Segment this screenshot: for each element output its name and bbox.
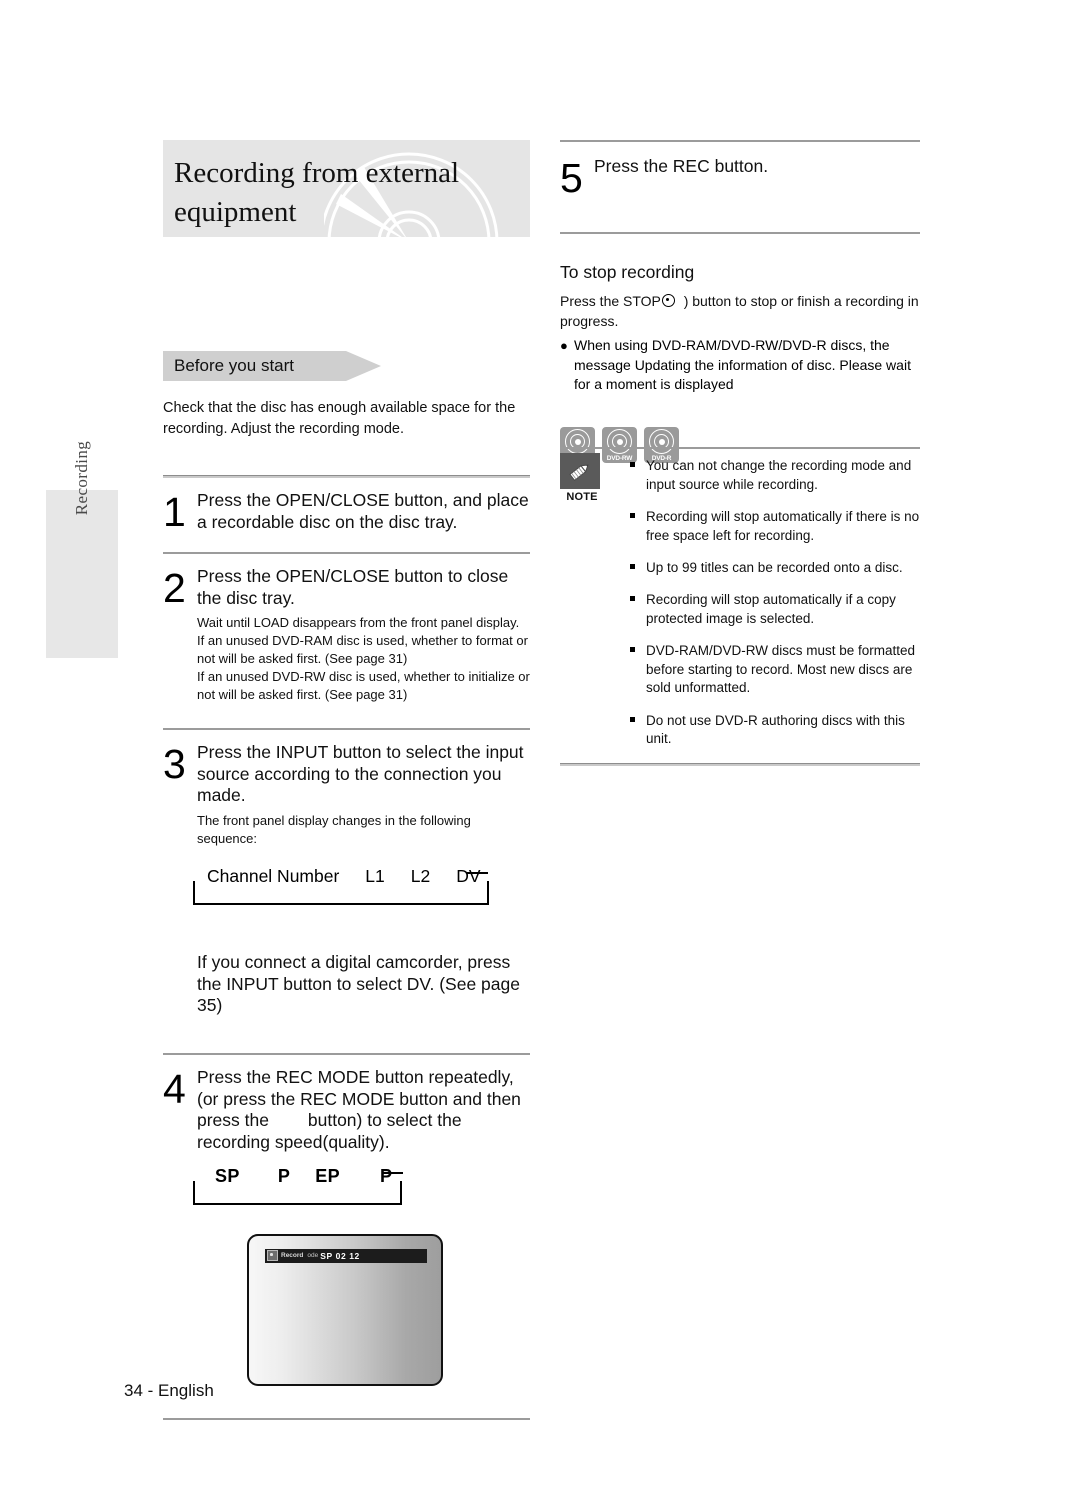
separator-rule — [163, 1052, 530, 1055]
square-bullet-icon — [630, 559, 646, 577]
note-item: Do not use DVD-R authoring discs with th… — [630, 712, 920, 749]
separator-rule — [163, 1417, 530, 1420]
left-column: Recording from external equipment DVD-RA… — [163, 140, 679, 1420]
step-4: 4 Press the REC MODE button repeatedly, … — [163, 1067, 530, 1154]
separator-rule — [163, 475, 530, 479]
osd-label: Record — [281, 1252, 304, 1260]
note-list: You can not change the recording mode an… — [630, 449, 920, 749]
before-you-start-banner: Before you start — [163, 351, 381, 381]
sequence-loop-tick — [466, 871, 488, 884]
stop-intro-before: Press the STOP — [560, 293, 661, 310]
sequence-loop-bracket — [193, 880, 489, 905]
step-1: 1 Press the OPEN/CLOSE button, and place… — [163, 490, 530, 533]
square-bullet-icon — [630, 457, 646, 494]
camcorder-note: If you connect a digital camcorder, pres… — [197, 951, 520, 1016]
note-label: NOTE — [566, 491, 598, 504]
stop-button-icon — [661, 294, 675, 308]
square-bullet-icon — [630, 712, 646, 749]
step-5: 5 Press the REC button. — [560, 155, 920, 201]
note-item-text: You can not change the recording mode an… — [646, 458, 912, 492]
note-item: Recording will stop automatically if a c… — [630, 591, 920, 628]
chapter-tab: Recording — [46, 441, 118, 658]
note-item-text: Up to 99 titles can be recorded onto a d… — [646, 559, 903, 575]
input-sequence-diagram: Channel Number L1 L2 DV — [193, 866, 489, 906]
chapter-tab-label: Recording — [72, 440, 91, 516]
page-title: Recording from external equipment — [174, 157, 460, 228]
page-footer: 34 - English — [124, 1381, 214, 1400]
sequence-loop-tick — [383, 1171, 403, 1184]
osd-mode-label: ode — [307, 1252, 319, 1260]
stop-recording-heading: To stop recording — [560, 262, 695, 283]
note-item: DVD-RAM/DVD-RW discs must be formatted b… — [630, 642, 920, 697]
page-header-banner: Recording from external equipment — [163, 140, 530, 324]
step-number: 4 — [163, 1065, 186, 1112]
square-bullet-icon — [630, 642, 646, 697]
stop-recording-bullet: ● When using DVD-RAM/DVD-RW/DVD-R discs,… — [560, 336, 920, 395]
note-item: Up to 99 titles can be recorded onto a d… — [630, 559, 920, 577]
separator-rule — [560, 232, 920, 235]
square-bullet-icon — [630, 591, 646, 628]
step-number: 3 — [163, 740, 186, 787]
note-item-text: Recording will stop automatically if a c… — [646, 592, 896, 626]
tv-screen-illustration: Record ode SP 02 12 — [247, 1233, 443, 1386]
bullet-dot-icon: ● — [560, 338, 568, 354]
osd-value: SP 02 12 — [320, 1250, 360, 1261]
step-text: Press the REC button. — [594, 156, 769, 176]
note-item-text: Recording will stop automatically if the… — [646, 509, 920, 543]
step-number: 5 — [560, 155, 583, 201]
separator-rule — [163, 551, 530, 554]
sequence-loop-bracket — [193, 1180, 402, 1205]
step-number: 2 — [163, 564, 186, 611]
step-3: 3 Press the INPUT button to select the i… — [163, 742, 530, 848]
note-badge: NOTE — [560, 453, 604, 503]
step-detail: The front panel display changes in the f… — [197, 812, 471, 846]
step-text: Press the INPUT button to select the inp… — [197, 741, 524, 806]
pencil-icon — [560, 453, 600, 490]
note-item-text: DVD-RAM/DVD-RW discs must be formatted b… — [646, 643, 916, 696]
note-item: Recording will stop automatically if the… — [630, 508, 920, 545]
square-bullet-icon — [630, 508, 646, 545]
stop-recording-bullet-text: When using DVD-RAM/DVD-RW/DVD-R discs, t… — [574, 337, 911, 393]
before-you-start-label: Before you start — [174, 356, 295, 375]
separator-rule — [560, 762, 920, 766]
stop-recording-intro: Press the STOP ) button to stop or finis… — [560, 292, 920, 331]
step-text: Press the OPEN/CLOSE button to close the… — [197, 565, 509, 608]
right-column: 5 Press the REC button. To stop recordin… — [560, 140, 920, 766]
before-you-start-text: Check that the disc has enough available… — [163, 400, 516, 437]
step-text: Press the REC MODE button repeatedly, (o… — [197, 1066, 526, 1152]
note-item-text: Do not use DVD-R authoring discs with th… — [646, 712, 905, 747]
rec-mode-sequence-diagram: SP P EP P — [193, 1166, 403, 1206]
step-text: Press the OPEN/CLOSE button, and place a… — [197, 490, 529, 533]
record-dot-icon — [267, 1250, 278, 1262]
step-2: 2 Press the OPEN/CLOSE button to close t… — [163, 566, 530, 704]
note-item: You can not change the recording mode an… — [630, 457, 920, 494]
separator-rule — [560, 140, 920, 142]
step-number: 1 — [163, 489, 186, 536]
osd-bar: Record ode SP 02 12 — [265, 1248, 427, 1263]
step-detail: Wait until LOAD disappears from the fron… — [197, 615, 530, 702]
separator-rule — [163, 727, 530, 730]
note-box: NOTE You can not change the recording mo… — [560, 447, 920, 766]
